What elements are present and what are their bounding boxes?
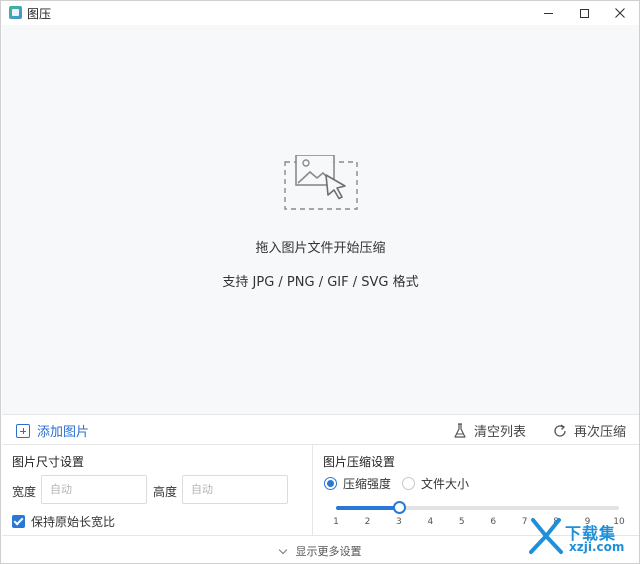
refresh-icon — [554, 423, 566, 437]
clear-list-button[interactable]: 清空列表 — [453, 421, 526, 440]
keep-ratio-label: 保持原始长宽比 — [31, 515, 116, 529]
window-title: 图压 — [27, 7, 52, 21]
recompress-button[interactable]: 再次压缩 — [553, 421, 626, 440]
toolbar: 添加图片 清空列表 再次压缩 — [2, 414, 639, 445]
flask-icon — [454, 422, 466, 438]
radio-checked-icon — [324, 477, 337, 490]
compress-strength-label: 压缩强度 — [343, 477, 392, 491]
show-more-settings-label: 显示更多设置 — [295, 545, 362, 558]
compress-settings-title: 图片压缩设置 — [323, 455, 396, 469]
minimize-button[interactable] — [529, 1, 567, 25]
clear-list-label: 清空列表 — [474, 425, 527, 440]
add-image-label: 添加图片 — [37, 425, 90, 440]
drop-hint-text: 拖入图片文件开始压缩 — [255, 241, 386, 256]
close-button[interactable] — [601, 1, 639, 25]
maximize-button[interactable] — [565, 1, 603, 25]
compression-slider[interactable] — [336, 501, 619, 514]
slider-fill — [336, 506, 399, 510]
radio-compress-strength[interactable]: 压缩强度 — [324, 475, 391, 492]
slider-thumb[interactable] — [392, 501, 406, 514]
file-size-label: 文件大小 — [421, 477, 470, 491]
keep-ratio-checkbox[interactable]: 保持原始长宽比 — [12, 513, 115, 530]
watermark-url: xzji.com — [569, 540, 625, 554]
title-bar: 图压 — [1, 1, 639, 25]
recompress-label: 再次压缩 — [574, 425, 627, 440]
slider-tick-label: 1 — [333, 517, 339, 527]
width-label: 宽度 — [12, 485, 37, 499]
minimize-icon — [543, 12, 553, 14]
slider-tick-label: 5 — [458, 517, 465, 527]
add-image-button[interactable]: 添加图片 — [16, 421, 89, 440]
slider-tick-label: 3 — [396, 517, 402, 527]
plus-square-icon — [16, 423, 30, 438]
maximize-icon — [579, 8, 589, 18]
app-window: 图压 拖入图片文件开始压缩 支持 JPG / PNG / GIF / SVG 格… — [0, 0, 640, 564]
drop-zone[interactable]: 拖入图片文件开始压缩 支持 JPG / PNG / GIF / SVG 格式 — [2, 25, 639, 414]
image-drop-icon — [284, 155, 358, 210]
size-settings-title: 图片尺寸设置 — [12, 455, 85, 469]
chevron-down-icon — [278, 545, 287, 555]
slider-tick-label: 2 — [364, 517, 371, 527]
close-icon — [615, 8, 625, 18]
radio-file-size[interactable]: 文件大小 — [402, 475, 469, 492]
size-settings-panel: 图片尺寸设置 宽度 高度 保持原始长宽比 — [2, 445, 313, 535]
width-input[interactable] — [41, 475, 147, 504]
watermark: 下载集 xzji.com — [529, 516, 633, 556]
radio-unchecked-icon — [402, 477, 415, 490]
watermark-logo-icon — [529, 518, 563, 554]
height-input[interactable] — [182, 475, 288, 504]
app-logo-icon — [9, 6, 22, 19]
slider-tick-label: 4 — [427, 517, 434, 527]
checkbox-checked-icon — [12, 515, 25, 528]
supported-formats-text: 支持 JPG / PNG / GIF / SVG 格式 — [222, 275, 419, 290]
height-label: 高度 — [153, 485, 178, 499]
slider-tick-label: 6 — [490, 517, 497, 527]
